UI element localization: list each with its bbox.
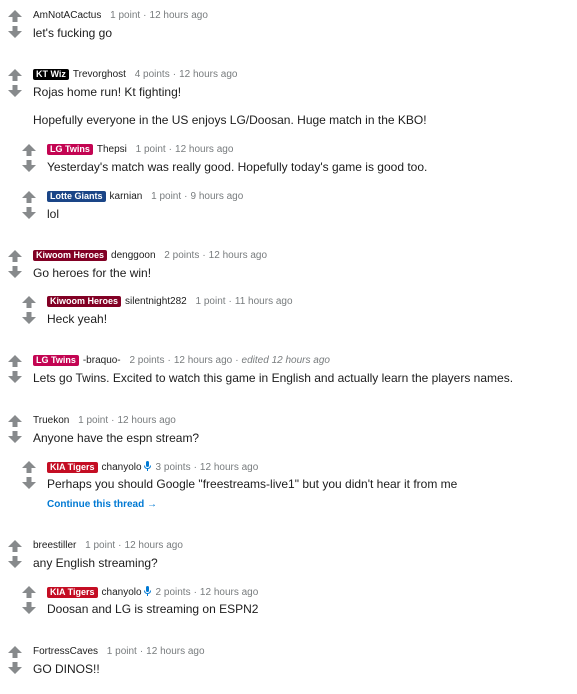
- username[interactable]: -braquo-: [83, 355, 121, 366]
- user-flair: Lotte Giants: [47, 191, 106, 202]
- arrow-down-icon[interactable]: [8, 662, 22, 674]
- user-flair: Kiwoom Heroes: [47, 296, 122, 307]
- timestamp[interactable]: 12 hours ago: [179, 69, 237, 80]
- user-flair: KT Wiz: [33, 69, 69, 80]
- arrow-down-icon[interactable]: [8, 371, 22, 383]
- comment-body: Heck yeah!: [47, 312, 108, 326]
- comment-meta: KT Wiz Trevorghost 4 points · 12 hours ago: [33, 69, 237, 81]
- arrow-up-icon[interactable]: [22, 296, 36, 308]
- timestamp[interactable]: 12 hours ago: [150, 10, 208, 21]
- arrow-up-icon[interactable]: [8, 10, 22, 22]
- points: 1 point: [151, 191, 182, 202]
- comment-body: any English streaming?: [33, 556, 158, 570]
- arrow-up-icon[interactable]: [8, 355, 22, 367]
- comment-meta: KIA Tigers chanyolo 3 points · 12 hours ago: [47, 461, 258, 474]
- comment-body: Yesterday's match was really good. Hopef…: [47, 160, 428, 174]
- comment-meta: breestiller 1 point · 12 hours ago: [33, 540, 183, 551]
- comment-body: Doosan and LG is streaming on ESPN2: [47, 602, 259, 616]
- arrow-down-icon[interactable]: [22, 207, 36, 219]
- username[interactable]: Truekon: [33, 415, 69, 426]
- points: 4 points: [134, 69, 170, 80]
- timestamp[interactable]: 12 hours ago: [200, 462, 258, 473]
- arrow-down-icon[interactable]: [8, 266, 22, 278]
- arrow-down-icon[interactable]: [22, 477, 36, 489]
- comment-body: GO DINOS!!: [33, 662, 100, 676]
- comment-body: Perhaps you should Google "freestreams-l…: [47, 477, 458, 491]
- comment-meta: Lotte Giants karnian 1 point · 9 hours ago: [47, 191, 243, 203]
- arrow-down-icon[interactable]: [8, 431, 22, 443]
- arrow-up-icon[interactable]: [22, 461, 36, 473]
- comment-meta: LG Twins Thepsi 1 point · 12 hours ago: [47, 144, 233, 156]
- comment-meta: FortressCaves 1 point · 12 hours ago: [33, 646, 205, 657]
- username[interactable]: karnian: [110, 191, 143, 202]
- comment-meta: Kiwoom Heroes denggoon 2 points · 12 hours …: [33, 250, 267, 262]
- timestamp[interactable]: 9 hours ago: [190, 191, 243, 202]
- user-flair: LG Twins: [33, 355, 79, 366]
- comment-meta: LG Twins -braquo- 2 points · 12 hours ago · e…: [33, 355, 330, 367]
- timestamp[interactable]: 12 hours ago: [175, 144, 233, 155]
- arrow-down-icon[interactable]: [8, 26, 22, 38]
- edited-label: edited 12 hours ago: [241, 355, 330, 366]
- user-flair: LG Twins: [47, 144, 93, 155]
- username[interactable]: silentnight282: [125, 296, 187, 307]
- arrow-up-icon[interactable]: [8, 69, 22, 81]
- timestamp[interactable]: 11 hours ago: [235, 296, 293, 307]
- points: 1 point: [106, 646, 137, 657]
- timestamp[interactable]: 12 hours ago: [117, 415, 175, 426]
- points: 1 point: [135, 144, 166, 155]
- points: 3 points: [155, 462, 191, 473]
- arrow-up-icon[interactable]: [8, 250, 22, 262]
- points: 1 point: [78, 415, 109, 426]
- username[interactable]: breestiller: [33, 540, 76, 551]
- username[interactable]: FortressCaves: [33, 646, 98, 657]
- points: 1 point: [195, 296, 226, 307]
- username[interactable]: Thepsi: [97, 144, 127, 155]
- username[interactable]: Trevorghost: [73, 69, 126, 80]
- timestamp[interactable]: 12 hours ago: [209, 250, 267, 261]
- arrow-up-icon[interactable]: [22, 144, 36, 156]
- comment-meta: AmNotACactus 1 point · 12 hours ago: [33, 10, 208, 21]
- arrow-up-icon[interactable]: [22, 586, 36, 598]
- arrow-down-icon[interactable]: [8, 85, 22, 97]
- user-flair: KIA Tigers: [47, 587, 98, 598]
- microphone-icon: [143, 586, 151, 596]
- comment-body: Lets go Twins. Excited to watch this gam…: [33, 371, 514, 385]
- microphone-icon: [143, 461, 151, 471]
- arrow-up-icon[interactable]: [8, 646, 22, 658]
- points: 1 point: [85, 540, 116, 551]
- comment-meta: Kiwoom Heroes silentnight282 1 point · 11 h…: [47, 296, 293, 308]
- comment-body: lol: [47, 207, 60, 221]
- username[interactable]: chanyolo: [102, 587, 142, 598]
- comment-meta: KIA Tigers chanyolo 2 points · 12 hours ago: [47, 586, 258, 599]
- points: 2 points: [164, 250, 200, 261]
- comment-body: Anyone have the espn stream?: [33, 431, 200, 445]
- timestamp[interactable]: 12 hours ago: [174, 355, 232, 366]
- points: 1 point: [110, 10, 141, 21]
- arrow-up-icon[interactable]: [8, 540, 22, 552]
- arrow-down-icon[interactable]: [22, 160, 36, 172]
- timestamp[interactable]: 12 hours ago: [125, 540, 183, 551]
- username[interactable]: AmNotACactus: [33, 10, 101, 21]
- arrow-down-icon[interactable]: [22, 602, 36, 614]
- user-flair: KIA Tigers: [47, 462, 98, 473]
- arrow-up-icon[interactable]: [8, 415, 22, 427]
- arrow-down-icon[interactable]: [22, 312, 36, 324]
- timestamp[interactable]: 12 hours ago: [200, 587, 258, 598]
- username[interactable]: chanyolo: [102, 462, 142, 473]
- comment-body: Hopefully everyone in the US enjoys LG/D…: [33, 113, 427, 127]
- continue-thread-link[interactable]: Continue this thread →: [47, 499, 157, 510]
- points: 2 points: [129, 355, 165, 366]
- timestamp[interactable]: 12 hours ago: [146, 646, 204, 657]
- user-flair: Kiwoom Heroes: [33, 250, 108, 261]
- comment-body: let's fucking go: [33, 26, 113, 40]
- username[interactable]: denggoon: [111, 250, 156, 261]
- comment-meta: Truekon 1 point · 12 hours ago: [33, 415, 176, 426]
- comment-body: Rojas home run! Kt fighting!: [33, 85, 182, 99]
- comment-body: Go heroes for the win!: [33, 266, 152, 280]
- arrow-down-icon[interactable]: [8, 556, 22, 568]
- points: 2 points: [155, 587, 191, 598]
- arrow-up-icon[interactable]: [22, 191, 36, 203]
